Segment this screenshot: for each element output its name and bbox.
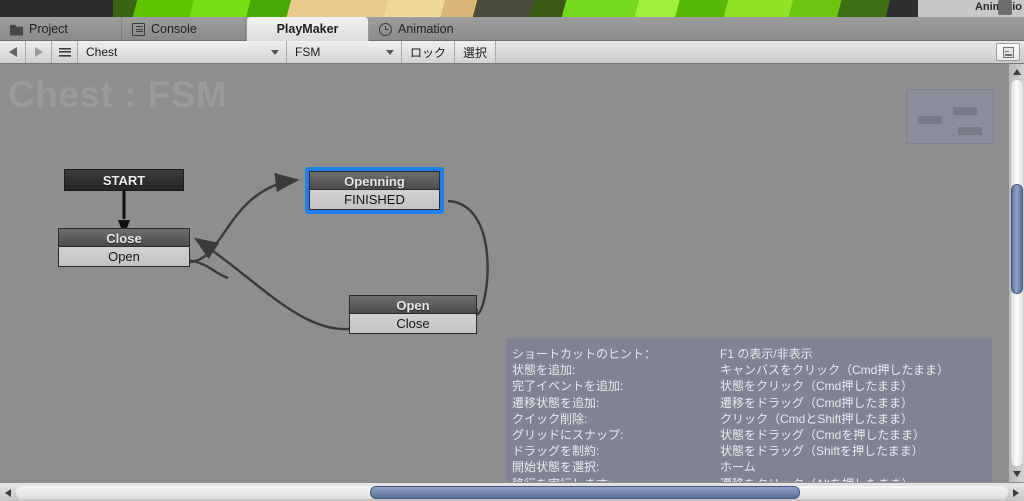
tab-project[interactable]: Project bbox=[0, 17, 122, 41]
vertical-scrollbar[interactable] bbox=[1008, 64, 1024, 482]
navigate-forward-button[interactable] bbox=[26, 41, 52, 63]
chevron-down-icon bbox=[271, 50, 279, 55]
game-view-thumbnail bbox=[113, 0, 918, 17]
node-openning[interactable]: Openning FINISHED bbox=[305, 167, 444, 214]
scroll-up-button[interactable] bbox=[1009, 64, 1024, 80]
page-title: Chest : FSM bbox=[8, 74, 228, 115]
node-open-event[interactable]: Close bbox=[349, 314, 477, 334]
hamburger-icon bbox=[58, 47, 71, 57]
navigate-back-button[interactable] bbox=[0, 41, 26, 63]
hint-key: 完了イベントを追加: bbox=[512, 379, 624, 394]
tab-bar: Project Console PlayMaker Animation bbox=[0, 17, 1024, 41]
node-open[interactable]: Open Close bbox=[349, 295, 477, 334]
select-button[interactable]: 選択 bbox=[455, 41, 497, 63]
tab-playmaker-label: PlayMaker bbox=[276, 22, 339, 36]
tab-project-label: Project bbox=[29, 22, 68, 36]
scroll-down-button[interactable] bbox=[1009, 466, 1024, 482]
hint-value: 遷移をドラッグ（Cmd押したまま） bbox=[720, 395, 913, 410]
horizontal-scrollbar[interactable] bbox=[0, 482, 1024, 501]
tab-animation-label: Animation bbox=[398, 22, 454, 36]
vertical-scroll-thumb[interactable] bbox=[1011, 184, 1023, 294]
fsm-value: FSM bbox=[295, 45, 321, 59]
node-open-title: Open bbox=[349, 295, 477, 314]
arrow-down-icon bbox=[1013, 471, 1021, 477]
hint-key: ショートカットのヒント： bbox=[512, 347, 657, 361]
hint-key: クイック削除: bbox=[512, 411, 588, 426]
hint-key: 開始状態を選択: bbox=[512, 460, 600, 475]
fsm-dropdown[interactable]: FSM bbox=[287, 41, 402, 63]
hint-row: ショートカットのヒント： F1 の表示/非表示 bbox=[512, 346, 992, 362]
link-close-to-openning bbox=[189, 172, 300, 264]
clock-icon bbox=[379, 22, 392, 36]
scroll-right-button[interactable] bbox=[1008, 483, 1024, 501]
tab-animation[interactable]: Animation bbox=[369, 17, 499, 41]
minimap-node-marker bbox=[953, 107, 977, 115]
arrow-right-icon bbox=[34, 47, 43, 57]
chevron-down-icon bbox=[386, 50, 394, 55]
hint-value: F1 の表示/非表示 bbox=[720, 347, 813, 361]
node-openning-title: Openning bbox=[309, 171, 440, 190]
toolbar-spacer bbox=[496, 41, 996, 63]
hint-value: 状態をドラッグ（Shiftを押したまま） bbox=[720, 444, 924, 459]
minimap-node-marker bbox=[918, 116, 942, 124]
link-open-to-close bbox=[194, 237, 350, 331]
menu-button[interactable] bbox=[52, 41, 78, 63]
node-start-label: START bbox=[64, 169, 184, 191]
console-icon bbox=[132, 22, 145, 36]
tab-console[interactable]: Console bbox=[122, 17, 246, 41]
tab-console-label: Console bbox=[151, 22, 197, 36]
node-start[interactable]: START bbox=[64, 169, 184, 191]
game-view-badge bbox=[998, 0, 1012, 15]
hint-value: クリック（CmdとShift押したまま） bbox=[720, 411, 913, 426]
hint-row: クイック削除: クリック（CmdとShift押したまま） bbox=[512, 411, 992, 427]
hint-row: 完了イベントを追加: 状態をクリック（Cmd押したまま） bbox=[512, 378, 992, 394]
minimap-overview[interactable] bbox=[906, 89, 994, 144]
target-object-dropdown[interactable]: Chest bbox=[78, 41, 287, 63]
folder-icon bbox=[10, 24, 23, 36]
link-close-event-stub bbox=[187, 258, 229, 280]
horizontal-scroll-thumb[interactable] bbox=[370, 486, 800, 499]
arrow-left-icon bbox=[8, 47, 17, 57]
lock-button[interactable]: ロック bbox=[402, 41, 456, 63]
hint-row: 状態を追加: キャンバスをクリック（Cmd押したまま） bbox=[512, 362, 992, 378]
playmaker-window: Animatio Project Console PlayMaker Anima… bbox=[0, 0, 1024, 501]
hint-value: キャンバスをクリック（Cmd押したまま） bbox=[720, 363, 949, 378]
node-close-title: Close bbox=[58, 228, 190, 247]
node-close[interactable]: Close Open bbox=[58, 228, 190, 267]
arrow-left-icon bbox=[5, 488, 11, 497]
scroll-left-button[interactable] bbox=[0, 483, 16, 501]
hint-value: 状態をクリック（Cmd押したまま） bbox=[720, 379, 913, 394]
hint-key: グリッドにスナップ: bbox=[512, 427, 624, 442]
fsm-graph-canvas[interactable]: Chest : FSM START Close Open Openning FI… bbox=[0, 64, 1008, 482]
hint-row: グリッドにスナップ: 状態をドラッグ（Cmdを押したまま） bbox=[512, 427, 992, 443]
tab-playmaker[interactable]: PlayMaker bbox=[246, 17, 369, 41]
target-object-value: Chest bbox=[86, 45, 118, 59]
game-view-strip: Animatio bbox=[0, 0, 1024, 17]
minimap-toggle-button[interactable] bbox=[996, 43, 1020, 61]
node-close-event[interactable]: Open bbox=[58, 247, 190, 267]
node-openning-event[interactable]: FINISHED bbox=[309, 190, 440, 210]
hint-value: 状態をドラッグ（Cmdを押したまま） bbox=[720, 427, 925, 442]
shortcut-hints-panel: ショートカットのヒント： F1 の表示/非表示 状態を追加: キャンバスをクリッ… bbox=[505, 337, 993, 482]
hint-value: ホーム bbox=[720, 460, 756, 475]
arrow-right-icon bbox=[1013, 488, 1019, 497]
arrow-up-icon bbox=[1013, 69, 1021, 75]
minimap-node-marker bbox=[958, 127, 982, 135]
hint-row: 遷移状態を追加: 遷移をドラッグ（Cmd押したまま） bbox=[512, 395, 992, 411]
hint-key: ドラッグを制約: bbox=[512, 444, 600, 459]
minimap-icon bbox=[1002, 46, 1014, 58]
playmaker-toolbar: Chest FSM ロック 選択 bbox=[0, 41, 1024, 64]
hint-row: 開始状態を選択: ホーム bbox=[512, 459, 992, 475]
hint-key: 状態を追加: bbox=[512, 363, 576, 378]
hint-row: ドラッグを制約: 状態をドラッグ（Shiftを押したまま） bbox=[512, 443, 992, 459]
hint-key: 遷移状態を追加: bbox=[512, 395, 600, 410]
